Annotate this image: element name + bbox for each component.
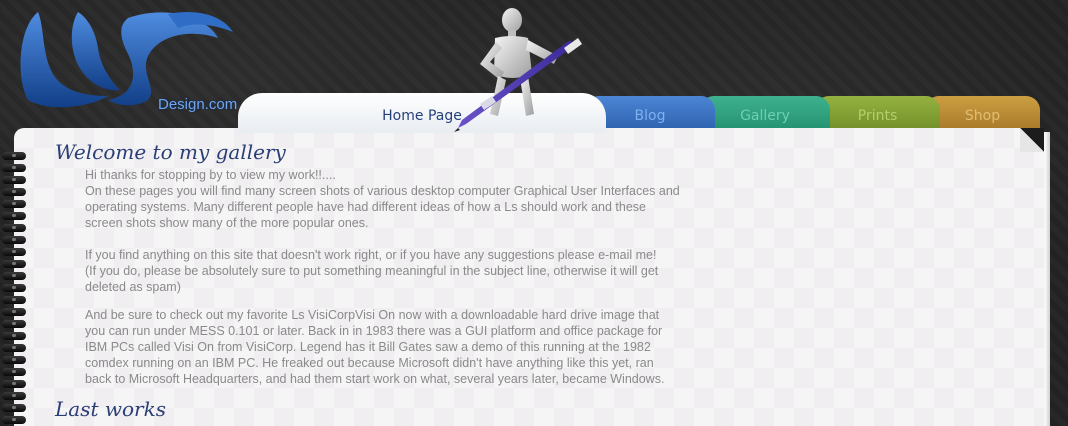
contact-paragraph: If you find anything on this site that d…: [85, 247, 725, 295]
text-line: comdex running on an IBM PC. He freaked …: [85, 356, 654, 370]
text-line: screen shots show many of the more popul…: [85, 216, 369, 230]
spiral-ring: [2, 176, 26, 184]
spiral-ring: [2, 380, 26, 388]
welcome-heading: Welcome to my gallery: [55, 140, 286, 164]
text-line: And be sure to check out my favorite Ls …: [85, 308, 660, 322]
spiral-ring: [2, 272, 26, 280]
spiral-ring: [2, 152, 26, 160]
spiral-ring: [2, 416, 26, 424]
spiral-ring: [2, 224, 26, 232]
spiral-ring: [2, 308, 26, 316]
spiral-ring: [2, 248, 26, 256]
text-line: On these pages you will find many screen…: [85, 184, 680, 198]
mannequin-with-pen-icon: [440, 4, 590, 134]
spiral-ring: [2, 332, 26, 340]
tab-gallery-label: Gallery: [740, 108, 790, 124]
spiral-binding-icon: [0, 150, 30, 426]
page-corner-fold: [1020, 128, 1044, 152]
spiral-ring: [2, 236, 26, 244]
text-line: (If you do, please be absolutely sure to…: [85, 264, 659, 278]
text-line: back to Microsoft Headquarters, and had …: [85, 372, 665, 386]
intro-paragraph: Hi thanks for stopping by to view my wor…: [85, 167, 725, 231]
tab-blog-label: Blog: [634, 108, 666, 124]
spiral-ring: [2, 164, 26, 172]
spiral-ring: [2, 368, 26, 376]
spiral-ring: [2, 284, 26, 292]
spiral-ring: [2, 320, 26, 328]
text-line: Hi thanks for stopping by to view my wor…: [85, 168, 336, 182]
spiral-ring: [2, 356, 26, 364]
spiral-ring: [2, 260, 26, 268]
spiral-ring: [2, 404, 26, 412]
logo-domain-text: Design.com: [158, 96, 238, 113]
tab-shop-label: Shop: [964, 108, 1001, 124]
text-line: If you find anything on this site that d…: [85, 248, 657, 262]
tab-prints[interactable]: Prints: [815, 96, 940, 130]
text-line: you can run under MESS 0.101 or later. B…: [85, 324, 663, 338]
spiral-ring: [2, 392, 26, 400]
text-line: deleted as spam): [85, 280, 181, 294]
last-works-heading: Last works: [55, 397, 166, 421]
spiral-ring: [2, 188, 26, 196]
spiral-ring: [2, 296, 26, 304]
spiral-ring: [2, 200, 26, 208]
tab-prints-label: Prints: [857, 108, 898, 124]
tab-shop[interactable]: Shop: [925, 96, 1040, 130]
spiral-ring: [2, 344, 26, 352]
spiral-ring: [2, 212, 26, 220]
text-line: IBM PCs called Visi On from VisiCorp. Le…: [85, 340, 651, 354]
site-logo[interactable]: Design.com: [8, 8, 248, 113]
visi-on-paragraph: And be sure to check out my favorite Ls …: [85, 307, 725, 387]
text-line: operating systems. Many different people…: [85, 200, 646, 214]
tab-gallery[interactable]: Gallery: [700, 96, 830, 130]
